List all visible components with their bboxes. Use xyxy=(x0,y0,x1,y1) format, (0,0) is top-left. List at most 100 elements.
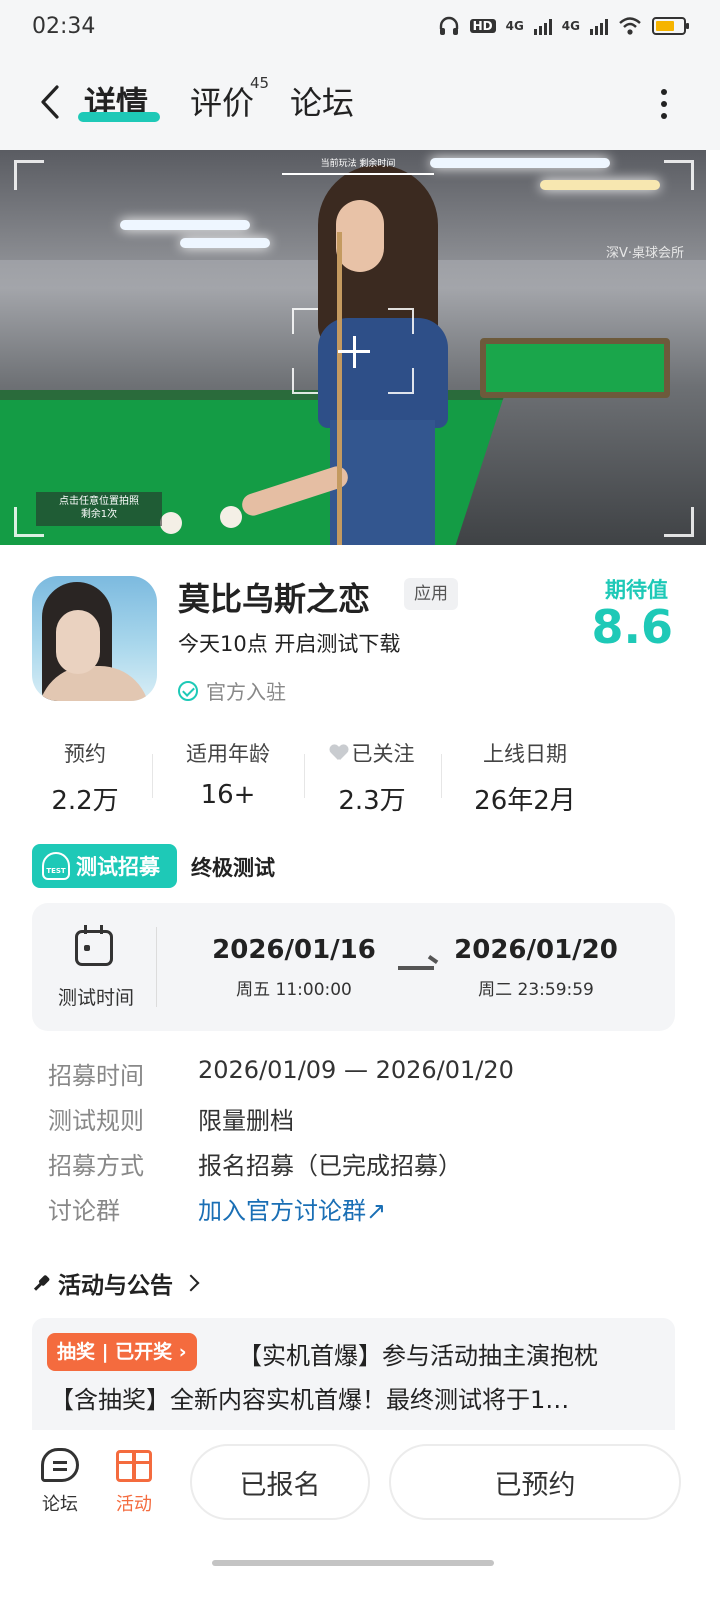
divider xyxy=(152,754,153,798)
test-time-label: 测试时间 xyxy=(57,987,134,1009)
info-label: 招募方式 xyxy=(48,1152,144,1180)
signal-4g-label: 4G xyxy=(505,19,524,33)
bottom-nav-forum[interactable]: 论坛 xyxy=(30,1448,90,1516)
official-badge: 官方入驻 xyxy=(178,676,286,705)
divider xyxy=(304,754,305,798)
test-type: 终极测试 xyxy=(191,856,275,880)
camera-tip-line2: 剩余1次 xyxy=(80,509,118,520)
camera-tip: 点击任意位置拍照 剩余1次 xyxy=(36,492,162,526)
signal-4g-label-2: 4G xyxy=(561,19,580,33)
app-subtitle: 今天10点 开启测试下载 xyxy=(178,632,401,656)
test-end: 2026/01/20 周二 23:59:59 xyxy=(454,935,618,1000)
test-time-card: 测试时间 2026/01/16 周五 11:00:00 2026/01/20 周… xyxy=(32,903,675,1031)
calendar-icon xyxy=(75,925,113,966)
lottery-status-badge[interactable]: 抽奖 | 已开奖 › xyxy=(47,1333,197,1371)
battery-level xyxy=(656,21,675,31)
pool-table-right xyxy=(480,338,670,398)
pool-ball xyxy=(160,512,182,534)
status-bar: 02:34 HD 4G 4G xyxy=(0,0,720,56)
arrow-right-icon xyxy=(398,966,434,970)
active-tab-indicator xyxy=(78,112,160,122)
stat-reservations: 预约 2.2万 xyxy=(40,738,130,817)
more-options-icon[interactable] xyxy=(652,86,676,122)
info-row-recruit-time: 招募时间 2026/01/09 — 2026/01/20 xyxy=(48,1056,514,1091)
status-time: 02:34 xyxy=(32,14,96,39)
focus-crosshair xyxy=(353,336,356,368)
status-icons: HD 4G 4G xyxy=(438,16,689,36)
stat-release-date: 上线日期 26年2月 xyxy=(466,738,584,817)
app-icon-face xyxy=(56,610,100,674)
bottom-nav-activity[interactable]: 活动 xyxy=(104,1448,164,1516)
activity-notice-card[interactable]: 抽奖 | 已开奖 › 【实机首爆】参与活动抽主演抱枕 【含抽奖】全新内容实机首爆… xyxy=(32,1318,675,1430)
info-value: 报名招募（已完成招募） xyxy=(198,1152,462,1180)
bottom-nav-forum-label: 论坛 xyxy=(42,1494,78,1515)
stat-label: 已关注 xyxy=(351,742,415,766)
chat-bubble-icon xyxy=(41,1448,79,1482)
tab-reviews[interactable]: 评价 xyxy=(190,78,254,124)
info-row-recruit-method: 招募方式 报名招募（已完成招募） xyxy=(48,1146,462,1181)
hd-icon: HD xyxy=(469,19,496,33)
test-icon: TEST xyxy=(42,852,70,880)
tab-forum[interactable]: 论坛 xyxy=(290,78,354,124)
divider xyxy=(441,754,442,798)
end-time: 周二 23:59:59 xyxy=(478,980,594,1000)
info-label: 招募时间 xyxy=(48,1062,144,1090)
app-icon[interactable] xyxy=(32,576,157,701)
pin-icon xyxy=(28,1270,53,1295)
chevron-right-icon xyxy=(182,1274,200,1292)
pool-cue xyxy=(337,232,342,545)
reserved-button[interactable]: 已预约 xyxy=(389,1444,681,1520)
media-banner[interactable]: 深V·桌球会所 当前玩法 剩余时间 点击任意位置拍照 剩余1次 xyxy=(0,150,706,545)
stat-followers[interactable]: 已关注 2.3万 xyxy=(322,738,422,817)
camera-tip-line1: 点击任意位置拍照 xyxy=(59,496,139,507)
focus-corner xyxy=(388,368,414,394)
wifi-icon xyxy=(619,17,641,35)
review-count-badge: 45 xyxy=(250,74,270,92)
stat-label: 预约 xyxy=(64,742,106,766)
activities-section-header[interactable]: 活动与公告 xyxy=(32,1266,200,1300)
pool-ball xyxy=(220,506,242,528)
test-start: 2026/01/16 周五 11:00:00 xyxy=(212,935,376,1000)
start-time: 周五 11:00:00 xyxy=(236,980,352,1000)
start-date: 2026/01/16 xyxy=(212,935,376,965)
recruit-badge-label: 测试招募 xyxy=(76,855,160,879)
join-group-link[interactable]: 加入官方讨论群↗ xyxy=(198,1191,386,1226)
stat-label: 上线日期 xyxy=(483,742,567,766)
bottom-action-bar: 论坛 活动 已报名 已预约 xyxy=(0,1430,720,1600)
camera-frame-corner xyxy=(664,160,694,190)
stat-label: 适用年龄 xyxy=(186,742,270,766)
camera-frame-corner xyxy=(664,507,694,537)
cellular-signal-icon xyxy=(533,17,552,35)
stat-value: 2.2万 xyxy=(51,786,119,816)
focus-corner xyxy=(292,368,318,394)
app-title: 莫比乌斯之恋 xyxy=(178,580,371,618)
back-icon[interactable] xyxy=(30,80,70,124)
divider xyxy=(156,927,157,1007)
activities-title: 活动与公告 xyxy=(58,1273,173,1299)
info-row-test-rule: 测试规则 限量删档 xyxy=(48,1101,294,1136)
expectation-score: 8.6 xyxy=(591,600,674,654)
info-label: 讨论群 xyxy=(48,1197,120,1225)
top-nav: 详情 评价 45 论坛 xyxy=(0,56,720,150)
activity-summary[interactable]: 【含抽奖】全新内容实机首爆！最终测试将于1… xyxy=(50,1380,660,1415)
stat-label-row: 已关注 xyxy=(322,738,422,768)
app-stats: 预约 2.2万 适用年龄 16+ 已关注 2.3万 上线日期 26年2月 xyxy=(0,738,720,818)
battery-icon xyxy=(652,17,689,35)
bottom-nav-activity-label: 活动 xyxy=(116,1494,152,1515)
focus-corner xyxy=(388,308,414,334)
test-recruit-badge: TEST 测试招募 xyxy=(32,844,177,888)
model-face xyxy=(336,200,384,272)
headphones-icon xyxy=(439,16,458,35)
stat-value: 2.3万 xyxy=(338,786,406,816)
stat-value: 26年2月 xyxy=(474,786,576,816)
signed-up-button[interactable]: 已报名 xyxy=(190,1444,370,1520)
verified-check-icon xyxy=(178,680,198,701)
official-label: 官方入驻 xyxy=(206,680,286,704)
gift-icon xyxy=(116,1450,152,1482)
info-row-discussion-group: 讨论群 加入官方讨论群↗ xyxy=(48,1191,386,1226)
stat-age-rating: 适用年龄 16+ xyxy=(172,738,284,810)
activity-headline[interactable]: 【实机首爆】参与活动抽主演抱枕 xyxy=(238,1336,598,1371)
info-label: 测试规则 xyxy=(48,1107,144,1135)
home-indicator[interactable] xyxy=(212,1560,494,1566)
info-value: 2026/01/09 — 2026/01/20 xyxy=(198,1056,514,1084)
